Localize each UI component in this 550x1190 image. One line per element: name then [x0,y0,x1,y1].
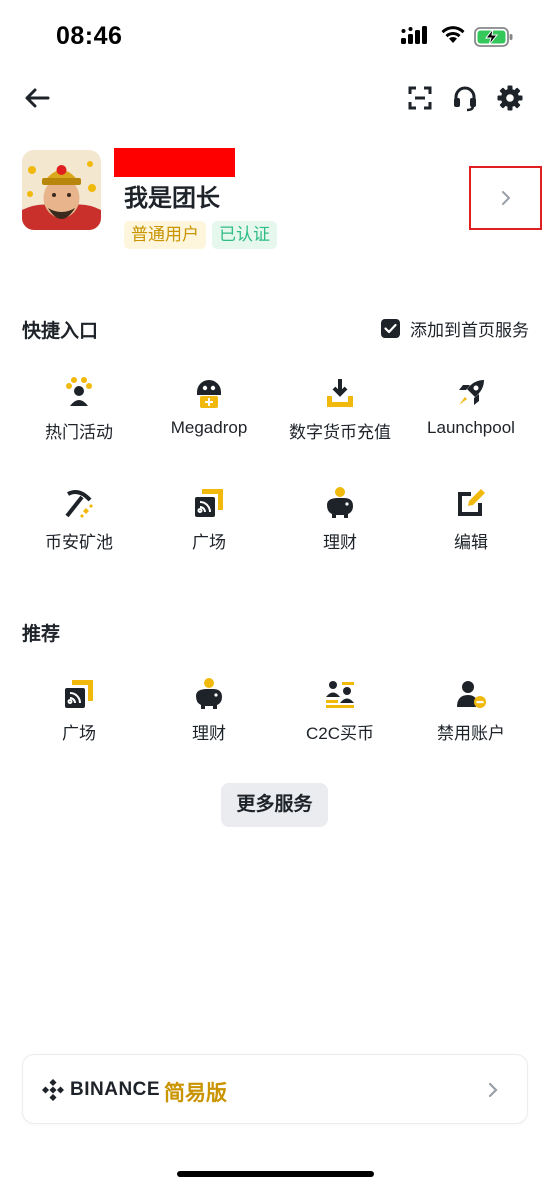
binance-brand: BINANCE [70,1079,161,1100]
avatar-image [22,150,101,230]
rocket-icon [459,380,484,405]
recommended-disable-account[interactable]: 禁用账户 [406,677,536,744]
badge-regular-user: 普通用户 [124,221,206,249]
shortcut-label: 币安矿池 [45,533,113,552]
recommended-earn[interactable]: 理财 [144,677,274,744]
recommended-label: 理财 [192,724,226,743]
c2c-icon [326,681,354,708]
status-time: 08:46 [56,22,123,50]
recommended-title: 推荐 [22,624,61,645]
hot-events-icon [66,377,92,406]
username: 我是团长 [124,185,220,212]
status-bar: 08:46 [0,0,550,72]
shortcut-launchpool[interactable]: Launchpool [406,376,536,438]
deposit-icon [327,379,353,407]
arrow-left-icon [25,88,50,108]
checkbox-checked-icon[interactable] [381,319,400,338]
shortcut-mining-pool[interactable]: 币安矿池 [14,486,144,553]
recommended-square[interactable]: 广场 [14,677,144,744]
lite-version-label: 简易版 [164,1082,227,1105]
headset-icon[interactable] [451,84,479,112]
square-feed-icon [65,680,93,708]
badge-verified: 已认证 [212,221,277,249]
shortcut-label: 广场 [192,533,226,552]
add-to-home-toggle[interactable]: 添加到首页服务 [381,316,529,341]
scan-icon[interactable] [406,84,434,112]
home-indicator [177,1171,374,1177]
chevron-right-icon [501,191,510,205]
avatar[interactable] [22,150,101,230]
shortcut-label: 理财 [323,533,357,552]
recommended-label: 禁用账户 [437,724,505,743]
shortcut-label: Megadrop [170,418,248,437]
piggy-bank-icon [327,487,353,518]
pickaxe-icon [65,490,93,518]
disable-account-icon [457,681,486,708]
add-to-home-label: 添加到首页服务 [410,321,529,340]
back-button[interactable] [22,84,52,112]
piggy-bank-icon [196,678,222,709]
wifi-icon [441,26,465,43]
shortcut-square[interactable]: 广场 [144,486,274,553]
battery-charging-icon [474,27,513,47]
square-feed-icon [195,489,223,517]
shortcut-label: Launchpool [427,418,515,437]
shortcut-label: 编辑 [454,533,488,552]
redaction-box [114,148,235,177]
binance-logo-icon [42,1079,64,1101]
profile-detail-button[interactable] [469,166,542,230]
recommended-label: C2C买币 [305,724,374,743]
gear-icon[interactable] [496,84,524,112]
edit-icon [458,489,485,516]
shortcuts-title: 快捷入口 [22,321,99,342]
shortcut-earn[interactable]: 理财 [275,486,405,553]
shortcut-hot-events[interactable]: 热门活动 [14,376,144,443]
cellular-signal-icon [401,26,427,44]
recommended-c2c[interactable]: C2C买币 [275,677,405,744]
recommended-label: 广场 [62,724,96,743]
chevron-right-icon [488,1082,498,1098]
shortcut-label: 热门活动 [45,423,113,442]
megadrop-icon [197,380,221,408]
binance-lite-banner[interactable]: BINANCE 简易版 [22,1054,528,1124]
more-services-button[interactable]: 更多服务 [221,783,328,827]
shortcut-megadrop[interactable]: Megadrop [144,376,274,438]
shortcut-deposit[interactable]: 数字货币充值 [275,376,405,443]
shortcut-label: 数字货币充值 [289,423,391,442]
shortcut-edit[interactable]: 编辑 [406,486,536,553]
